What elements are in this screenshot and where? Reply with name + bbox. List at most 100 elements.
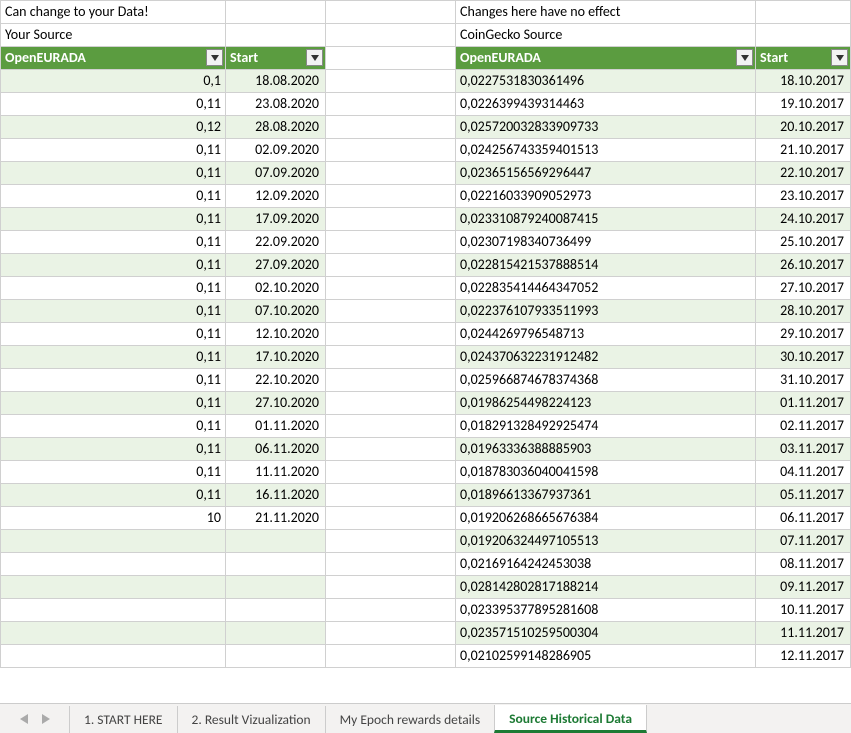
cell[interactable] — [326, 553, 456, 576]
cell-right-value[interactable]: 0,022815421537888514 — [456, 254, 756, 277]
cell-right-date[interactable]: 19.10.2017 — [756, 93, 851, 116]
filter-dropdown-icon[interactable] — [736, 49, 753, 66]
cell-left-date[interactable]: 12.09.2020 — [226, 185, 326, 208]
cell-right-date[interactable]: 18.10.2017 — [756, 70, 851, 93]
cell[interactable] — [326, 208, 456, 231]
cell-left-value[interactable]: 0,11 — [1, 185, 226, 208]
cell-left-value[interactable] — [1, 530, 226, 553]
cell-left-date[interactable]: 22.10.2020 — [226, 369, 326, 392]
cell-left-value[interactable]: 0,11 — [1, 461, 226, 484]
header-left-value[interactable]: OpenEURADA — [1, 47, 226, 70]
cell-right-date[interactable]: 12.11.2017 — [756, 645, 851, 668]
cell-left-date[interactable]: 06.11.2020 — [226, 438, 326, 461]
cell-left-value[interactable]: 0,11 — [1, 300, 226, 323]
cell-right-value[interactable]: 0,01963336388885903 — [456, 438, 756, 461]
cell-left-value[interactable] — [1, 645, 226, 668]
header-left-date[interactable]: Start — [226, 47, 326, 70]
cell-right-value[interactable]: 0,018783036040041598 — [456, 461, 756, 484]
cell-left-date[interactable] — [226, 622, 326, 645]
cell-right-value[interactable]: 0,022376107933511993 — [456, 300, 756, 323]
tab-nav-arrows[interactable] — [0, 705, 70, 733]
cell-left-date[interactable]: 18.08.2020 — [226, 70, 326, 93]
cell-left-value[interactable]: 0,11 — [1, 323, 226, 346]
cell-right-value[interactable]: 0,02169164242453038 — [456, 553, 756, 576]
cell[interactable] — [326, 323, 456, 346]
cell-left-value[interactable]: 0,11 — [1, 484, 226, 507]
cell-left-value[interactable]: 0,1 — [1, 70, 226, 93]
cell-left-value[interactable]: 0,11 — [1, 139, 226, 162]
cell-right-value[interactable]: 0,024370632231912482 — [456, 346, 756, 369]
cell-left-value[interactable]: 0,11 — [1, 346, 226, 369]
cell-right-value[interactable]: 0,028142802817188214 — [456, 576, 756, 599]
cell-right-value[interactable]: 0,018291328492925474 — [456, 415, 756, 438]
cell[interactable] — [326, 1, 456, 24]
cell-left-value[interactable]: 10 — [1, 507, 226, 530]
cell-right-date[interactable]: 08.11.2017 — [756, 553, 851, 576]
cell-right-date[interactable]: 03.11.2017 — [756, 438, 851, 461]
cell-left-value[interactable]: 0,11 — [1, 231, 226, 254]
cell-right-value[interactable]: 0,01986254498224123 — [456, 392, 756, 415]
tab-source-historical[interactable]: Source Historical Data — [494, 705, 647, 733]
cell[interactable] — [326, 231, 456, 254]
cell[interactable] — [326, 622, 456, 645]
cell-right-value[interactable]: 0,025966874678374368 — [456, 369, 756, 392]
cell-right-value[interactable]: 0,02216033909052973 — [456, 185, 756, 208]
cell[interactable] — [326, 254, 456, 277]
filter-dropdown-icon[interactable] — [306, 49, 323, 66]
cell-left-value[interactable]: 0,11 — [1, 438, 226, 461]
cell-right-date[interactable]: 24.10.2017 — [756, 208, 851, 231]
cell-right-value[interactable]: 0,019206268665676384 — [456, 507, 756, 530]
cell-right-date[interactable]: 05.11.2017 — [756, 484, 851, 507]
cell-left-date[interactable]: 16.11.2020 — [226, 484, 326, 507]
cell[interactable] — [326, 369, 456, 392]
cell-right-date[interactable]: 02.11.2017 — [756, 415, 851, 438]
cell-left-date[interactable]: 22.09.2020 — [226, 231, 326, 254]
cell-right-value[interactable]: 0,023395377895281608 — [456, 599, 756, 622]
cell[interactable] — [326, 300, 456, 323]
cell-right-value[interactable]: 0,023571510259500304 — [456, 622, 756, 645]
cell-right-value[interactable]: 0,0244269796548713 — [456, 323, 756, 346]
cell[interactable] — [756, 24, 851, 47]
cell[interactable] — [226, 24, 326, 47]
cell-left-date[interactable]: 01.11.2020 — [226, 415, 326, 438]
cell[interactable] — [326, 93, 456, 116]
cell[interactable] — [326, 24, 456, 47]
cell-right-date[interactable]: 21.10.2017 — [756, 139, 851, 162]
cell-left-date[interactable]: 17.09.2020 — [226, 208, 326, 231]
cell-right-value[interactable]: 0,02365156569296447 — [456, 162, 756, 185]
cell-left-date[interactable]: 28.08.2020 — [226, 116, 326, 139]
cell-left-date[interactable]: 02.10.2020 — [226, 277, 326, 300]
cell-right-date[interactable]: 04.11.2017 — [756, 461, 851, 484]
cell-left-date[interactable]: 07.10.2020 — [226, 300, 326, 323]
cell-right-date[interactable]: 29.10.2017 — [756, 323, 851, 346]
cell-left-value[interactable] — [1, 599, 226, 622]
cell-left-date[interactable] — [226, 599, 326, 622]
cell-right-value[interactable]: 0,02102599148286905 — [456, 645, 756, 668]
cell[interactable] — [226, 1, 326, 24]
cell-left-date[interactable] — [226, 645, 326, 668]
cell-left-date[interactable]: 12.10.2020 — [226, 323, 326, 346]
tab-epoch-rewards[interactable]: My Epoch rewards details — [325, 706, 496, 733]
cell-left-value[interactable]: 0,11 — [1, 254, 226, 277]
cell-right-date[interactable]: 09.11.2017 — [756, 576, 851, 599]
cell-left-date[interactable]: 07.09.2020 — [226, 162, 326, 185]
cell-left-value[interactable] — [1, 622, 226, 645]
cell[interactable] — [326, 162, 456, 185]
cell-left-date[interactable]: 02.09.2020 — [226, 139, 326, 162]
cell-left-value[interactable]: 0,11 — [1, 415, 226, 438]
cell[interactable] — [326, 484, 456, 507]
cell-right-date[interactable]: 07.11.2017 — [756, 530, 851, 553]
cell-left-date[interactable]: 27.09.2020 — [226, 254, 326, 277]
cell-left-date[interactable] — [226, 530, 326, 553]
tab-start-here[interactable]: 1. START HERE — [69, 706, 178, 733]
cell[interactable] — [326, 415, 456, 438]
cell[interactable] — [326, 645, 456, 668]
cell-right-date[interactable]: 11.11.2017 — [756, 622, 851, 645]
cell-left-value[interactable]: 0,11 — [1, 93, 226, 116]
cell-left-date[interactable] — [226, 553, 326, 576]
cell-left-value[interactable]: 0,11 — [1, 369, 226, 392]
cell-right-value[interactable]: 0,0227531830361496 — [456, 70, 756, 93]
cell-right-date[interactable]: 01.11.2017 — [756, 392, 851, 415]
cell-right-date[interactable]: 31.10.2017 — [756, 369, 851, 392]
cell-left-date[interactable]: 27.10.2020 — [226, 392, 326, 415]
